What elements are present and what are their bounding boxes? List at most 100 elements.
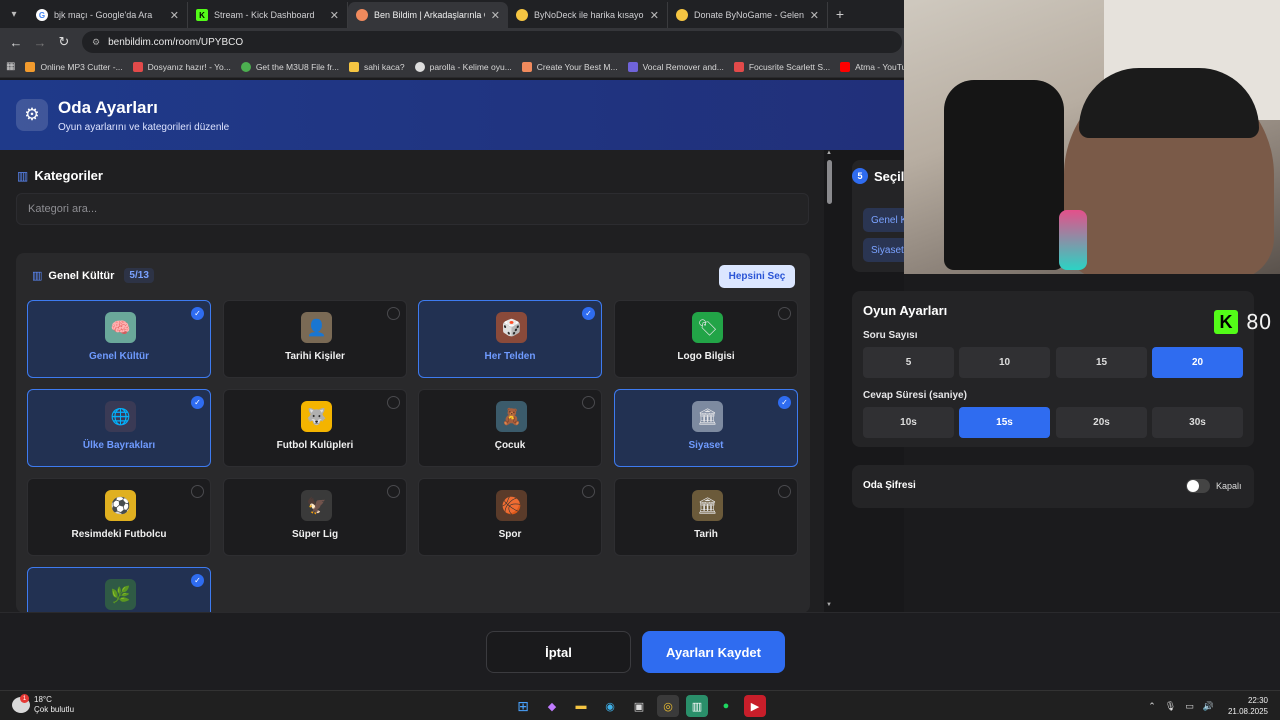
checkbox-icon[interactable] [778, 307, 791, 320]
tab-title: Stream - Kick Dashboard [214, 10, 315, 20]
close-tab-icon[interactable]: ✕ [330, 9, 339, 22]
category-card-her-telden[interactable]: ✓ 🎲 Her Telden [418, 300, 602, 378]
category-card-ulke-bayraklari[interactable]: ✓ 🌐 Ülke Bayrakları [27, 389, 211, 467]
tab-list-dropdown-icon[interactable]: ▾ [0, 0, 28, 28]
edge-icon[interactable]: ◉ [599, 695, 621, 717]
apps-grid-icon[interactable]: ▦ [6, 61, 15, 72]
question-count-option[interactable]: 10 [959, 347, 1050, 378]
url-field[interactable]: ⚙ benbildim.com/room/UPYBCO [82, 31, 902, 53]
media-player-icon[interactable]: ▶ [744, 695, 766, 717]
category-card-super-lig[interactable]: 🦅 Süper Lig [223, 478, 407, 556]
checkbox-icon[interactable] [778, 485, 791, 498]
file-explorer-icon[interactable]: ▬ [570, 695, 592, 717]
library-icon: ▥ [17, 168, 29, 183]
bookmark[interactable]: Dosyanız hazır! - Yo... [132, 61, 231, 72]
category-search-input[interactable]: Kategori ara... [16, 193, 809, 225]
sports-ball-icon: 🏀 [496, 490, 527, 521]
chevron-up-icon[interactable]: ⌃ [1148, 701, 1156, 712]
question-count-label: Soru Sayısı [863, 330, 918, 341]
bookmark[interactable]: sahi kaca? [348, 61, 405, 72]
category-card-genel-kultur[interactable]: ✓ 🧠 Genel Kültür [27, 300, 211, 378]
bookmark[interactable]: Focusrite Scarlett S... [733, 61, 830, 72]
tab-title: Donate ByNoGame - Gelen/Gid [694, 10, 804, 20]
category-card-siyaset[interactable]: ✓ 🏛 Siyaset [614, 389, 798, 467]
cancel-button[interactable]: İptal [486, 631, 631, 673]
bookmark[interactable]: Vocal Remover and... [627, 61, 724, 72]
bookmark[interactable]: Online MP3 Cutter -... [25, 61, 123, 72]
category-card-partial[interactable]: ✓ 🌿 [27, 567, 211, 612]
chrome-icon[interactable]: ◎ [657, 695, 679, 717]
browser-tab[interactable]: K Stream - Kick Dashboard ✕ [188, 2, 348, 28]
browser-tab[interactable]: ByNoDeck ile harika kısayollar y ✕ [508, 2, 668, 28]
selected-heading: 5 Seçil [852, 168, 904, 184]
scrollbar-thumb[interactable] [827, 160, 832, 204]
bookmark[interactable]: Create Your Best M... [521, 61, 618, 72]
new-tab-icon[interactable]: + [828, 6, 852, 22]
answer-time-option-selected[interactable]: 15s [959, 407, 1050, 438]
password-toggle[interactable] [1186, 479, 1210, 493]
bookmark-label: Get the M3U8 File fr... [255, 61, 339, 72]
close-tab-icon[interactable]: ✕ [170, 9, 179, 22]
webcam-chair [944, 80, 1064, 270]
scrollbar[interactable]: ▲ ▼ [826, 150, 834, 612]
category-card-futbol-kulupleri[interactable]: 🐺 Futbol Kulüpleri [223, 389, 407, 467]
check-icon[interactable]: ✓ [582, 307, 595, 320]
bookmark-icon [132, 61, 143, 72]
close-tab-icon[interactable]: ✕ [491, 9, 500, 22]
question-count-option[interactable]: 15 [1056, 347, 1147, 378]
scroll-up-icon[interactable]: ▲ [826, 150, 832, 156]
app-icon[interactable]: ▥ [686, 695, 708, 717]
weather-text: Çok bulutlu [34, 705, 75, 714]
category-card-spor[interactable]: 🏀 Spor [418, 478, 602, 556]
browser-tab-active[interactable]: Ben Bildim | Arkadaşlarınla Onli ✕ [348, 2, 508, 28]
scroll-down-icon[interactable]: ▼ [826, 602, 832, 608]
portrait-icon: 👤 [301, 312, 332, 343]
checkbox-icon[interactable] [387, 307, 400, 320]
reload-icon[interactable]: ↻ [52, 34, 76, 50]
close-tab-icon[interactable]: ✕ [810, 9, 819, 22]
windows-start-icon[interactable]: ⊞ [512, 695, 534, 717]
browser-tab[interactable]: G bjk maçı - Google'da Ara ✕ [28, 2, 188, 28]
checkbox-icon[interactable] [387, 485, 400, 498]
close-tab-icon[interactable]: ✕ [650, 9, 659, 22]
clock[interactable]: 22:30 21.08.2025 [1228, 695, 1268, 717]
answer-time-option[interactable]: 30s [1152, 407, 1243, 438]
answer-time-option[interactable]: 20s [1056, 407, 1147, 438]
site-info-icon[interactable]: ⚙ [92, 37, 100, 48]
category-card-tarih[interactable]: 🏛 Tarih [614, 478, 798, 556]
question-count-option-selected[interactable]: 20 [1152, 347, 1243, 378]
category-card-tarihi-kisiler[interactable]: 👤 Tarihi Kişiler [223, 300, 407, 378]
category-card-cocuk[interactable]: 🧸 Çocuk [418, 389, 602, 467]
check-icon[interactable]: ✓ [191, 396, 204, 409]
check-icon[interactable]: ✓ [778, 396, 791, 409]
back-icon[interactable]: ← [4, 35, 28, 50]
select-all-button[interactable]: Hepsini Seç [719, 265, 795, 288]
checkbox-icon[interactable] [387, 396, 400, 409]
checkbox-icon[interactable] [582, 485, 595, 498]
forward-icon[interactable]: → [28, 35, 52, 50]
nature-icon: 🌿 [105, 579, 136, 610]
question-count-option[interactable]: 5 [863, 347, 954, 378]
tab-title: ByNoDeck ile harika kısayollar y [534, 10, 644, 20]
bynogame-icon [676, 9, 688, 21]
bookmark[interactable]: parolla - Kelime oyu... [414, 61, 512, 72]
category-card-resimdeki-futbolcu[interactable]: ⚽ Resimdeki Futbolcu [27, 478, 211, 556]
check-icon[interactable]: ✓ [191, 574, 204, 587]
bookmark-label: Online MP3 Cutter -... [40, 61, 123, 72]
category-card-logo-bilgisi[interactable]: 🏷 Logo Bilgisi [614, 300, 798, 378]
answer-time-option[interactable]: 10s [863, 407, 954, 438]
bookmark[interactable]: Get the M3U8 File fr... [240, 61, 339, 72]
checkbox-icon[interactable] [191, 485, 204, 498]
save-settings-button[interactable]: Ayarları Kaydet [642, 631, 785, 673]
checkbox-icon[interactable] [582, 396, 595, 409]
weather-widget[interactable]: 1 18°C Çok bulutlu [12, 694, 75, 715]
spotify-icon[interactable]: ● [715, 695, 737, 717]
browser-tab[interactable]: Donate ByNoGame - Gelen/Gid ✕ [668, 2, 828, 28]
microphone-icon[interactable]: 🎙 [1165, 701, 1176, 712]
windows-taskbar: 1 18°C Çok bulutlu ⊞ ◆ ▬ ◉ ▣ ◎ ▥ ● ▶ ⌃ 🎙… [0, 690, 1280, 720]
store-icon[interactable]: ▣ [628, 695, 650, 717]
network-icon[interactable]: ▭ [1185, 701, 1194, 712]
check-icon[interactable]: ✓ [191, 307, 204, 320]
volume-icon[interactable]: 🔊 [1203, 701, 1214, 712]
copilot-icon[interactable]: ◆ [541, 695, 563, 717]
